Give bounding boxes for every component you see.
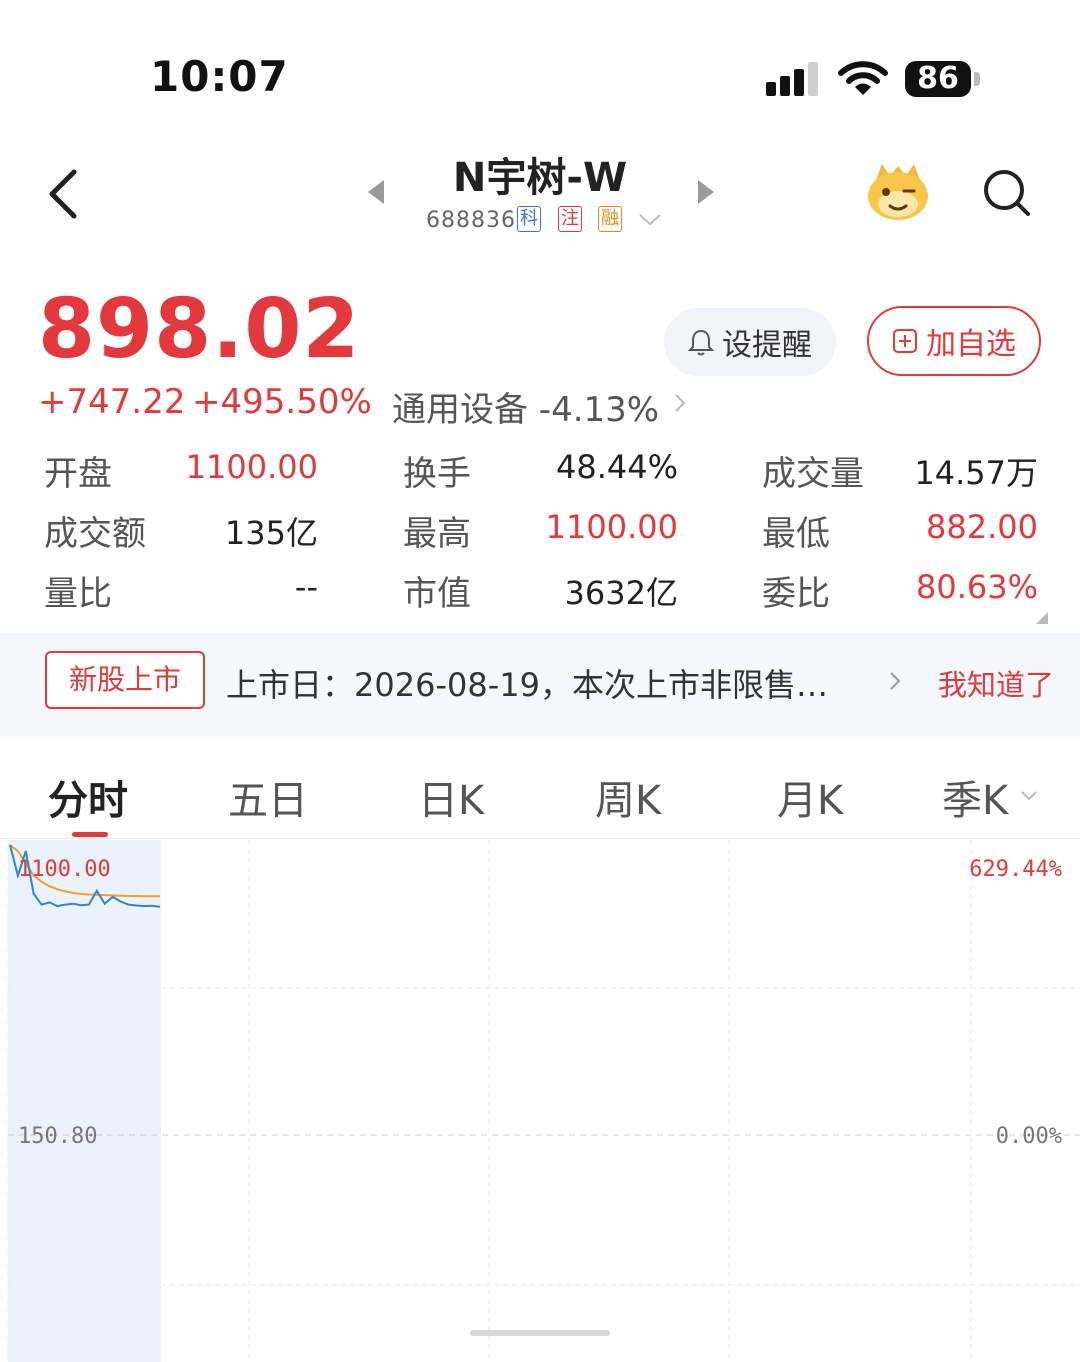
stat-value-open: 1100.00 [185,448,318,486]
status-time: 10:07 [150,52,289,101]
notice-text[interactable]: 上市日：2026-08-19，本次上市非限售… [226,660,828,706]
back-icon[interactable] [42,168,82,220]
stat-label-market-cap: 市值 [403,574,471,614]
next-stock-icon[interactable] [696,178,718,206]
stat-label-amount: 成交额 [44,514,146,554]
tab-weekly-k[interactable]: 周K [595,768,661,826]
chart-filled-region [8,840,161,1362]
tag-registration: 注 [558,206,582,232]
wifi-icon [838,61,888,95]
stat-label-high: 最高 [403,514,471,554]
price-change-percent: +495.50% [192,382,372,422]
tab-divider [0,838,1080,839]
mascot-icon[interactable] [866,160,930,222]
stat-value-low: 882.00 [926,508,1038,546]
axis-pct-base: 0.00% [995,1124,1062,1149]
dismiss-notice-button[interactable]: 我知道了 [938,662,1054,704]
stat-label-turnover: 换手 [403,454,471,494]
add-watchlist-label: 加自选 [926,327,1016,362]
set-alert-label: 设提醒 [722,328,812,363]
new-listing-badge: 新股上市 [45,651,205,709]
stat-value-volume-ratio: -- [294,568,318,606]
set-alert-button[interactable]: 设提醒 [664,308,836,376]
tab-daily-k[interactable]: 日K [418,768,484,826]
tab-quarterly-k[interactable]: 季K [942,768,1008,826]
battery-indicator: 86 [905,61,971,97]
add-watchlist-button[interactable]: 加自选 [867,306,1041,376]
stat-label-order-ratio: 委比 [762,574,830,614]
tab-monthly-k[interactable]: 月K [777,768,843,826]
stat-value-turnover: 48.44% [555,448,678,486]
stat-value-volume: 14.57万 [914,454,1038,492]
axis-price-high: 1100.00 [18,857,111,882]
chevron-down-icon[interactable] [638,212,662,228]
cellular-signal-icon [766,62,818,96]
active-tab-indicator [72,832,108,837]
intraday-chart[interactable] [0,840,1080,1362]
stock-name: N宇树-W [452,155,628,201]
chevron-right-icon [675,394,686,412]
tag-kechuang: 科 [517,206,541,232]
search-icon[interactable] [982,168,1032,218]
stat-label-volume: 成交量 [762,454,864,494]
axis-price-base: 150.80 [18,1124,98,1149]
tab-intraday[interactable]: 分时 [48,768,128,826]
stat-label-open: 开盘 [44,454,112,494]
sector-link[interactable]: 通用设备 -4.13% [392,382,659,431]
axis-pct-high: 629.44% [969,857,1062,882]
stat-value-high: 1100.00 [545,508,678,546]
tab-five-day[interactable]: 五日 [228,768,308,826]
plus-box-icon [893,329,917,353]
home-indicator [470,1330,610,1336]
stat-value-amount: 135亿 [224,514,318,552]
battery-tip [974,72,980,86]
stock-code: 688836 [426,208,516,233]
stat-value-order-ratio: 80.63% [915,568,1038,606]
stat-label-volume-ratio: 量比 [44,574,112,614]
current-price: 898.02 [38,282,361,377]
stat-label-low: 最低 [762,514,830,554]
tag-margin: 融 [598,206,622,232]
price-change: +747.22 [38,382,186,422]
stat-value-market-cap: 3632亿 [564,574,678,612]
chevron-down-icon[interactable] [1020,790,1038,802]
chevron-right-icon[interactable] [888,670,902,692]
expand-corner-icon[interactable] [1034,612,1050,626]
bell-icon [688,329,714,356]
